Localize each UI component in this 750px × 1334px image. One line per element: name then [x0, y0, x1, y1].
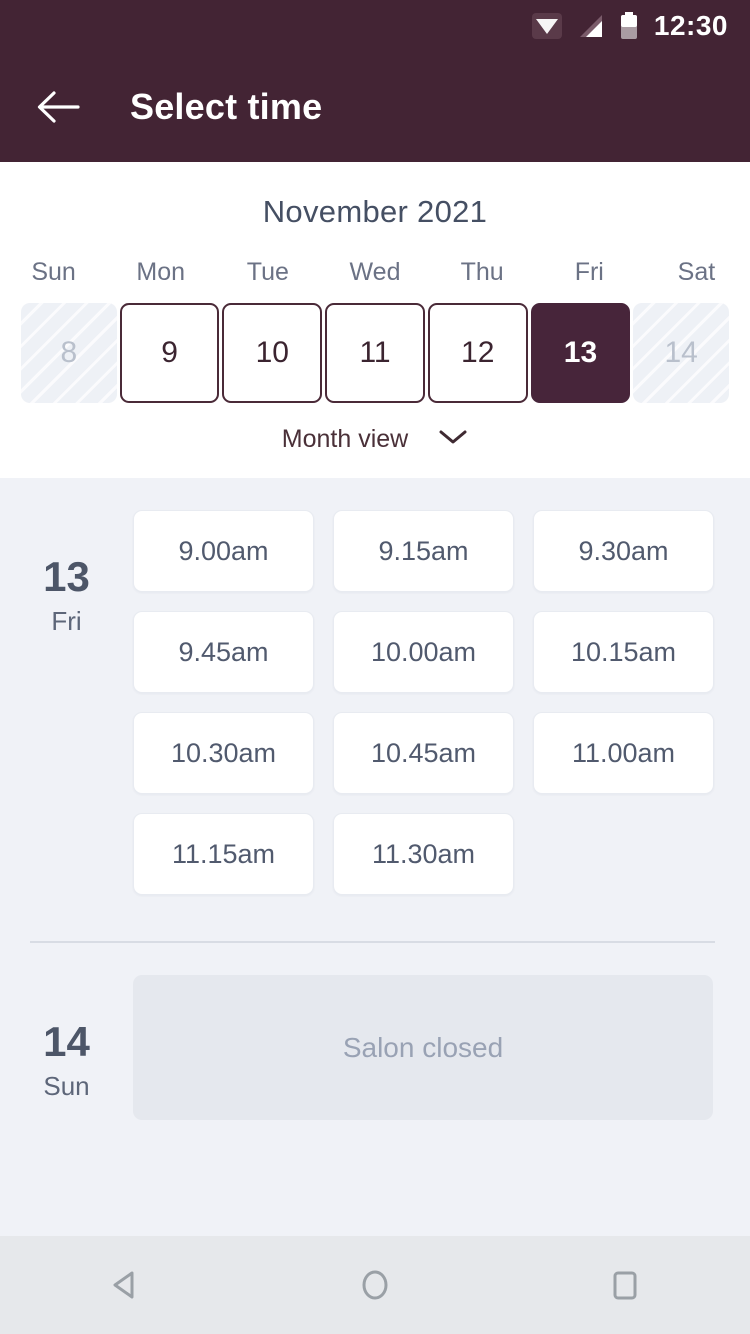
nav-back-icon [113, 1271, 134, 1299]
android-nav-bar [0, 1236, 750, 1334]
dow-mon: Mon [136, 258, 186, 286]
chevron-down-icon [438, 428, 468, 451]
calendar-day-12[interactable]: 12 [427, 303, 528, 403]
time-slot[interactable]: 11.15am [133, 813, 314, 895]
calendar-month-title: November 2021 [262, 194, 488, 229]
arrow-left-icon [37, 91, 80, 123]
app-bar: Select time [0, 52, 750, 162]
time-slot[interactable]: 10.00am [333, 611, 514, 693]
status-bar: 12:30 [0, 0, 750, 52]
dow-tue: Tue [246, 258, 289, 286]
schedule-day-13: 13 Fri 9.00am 9.15am 9.30am 9.45am 10.00… [0, 478, 750, 895]
schedule-day-name: Fri [51, 606, 82, 636]
nav-back-button[interactable] [70, 1250, 180, 1320]
schedule-list: 13 Fri 9.00am 9.15am 9.30am 9.45am 10.00… [0, 478, 750, 1236]
cellular-signal-icon [578, 13, 604, 39]
time-slot[interactable]: 11.30am [333, 813, 514, 895]
time-slot[interactable]: 9.15am [333, 510, 514, 592]
calendar-day-8: 8 [21, 303, 117, 403]
time-slot[interactable]: 10.30am [133, 712, 314, 794]
nav-recents-button[interactable] [570, 1250, 680, 1320]
battery-icon [620, 12, 638, 40]
schedule-day-label-13: 13 Fri [0, 510, 133, 895]
calendar-week-row: 8 9 10 11 12 13 14 [0, 303, 750, 403]
calendar-day-13[interactable]: 13 [530, 303, 631, 403]
calendar-panel: November 2021 Sun Mon Tue Wed Thu Fri Sa… [0, 162, 750, 478]
time-slot[interactable]: 9.45am [133, 611, 314, 693]
page-title: Select time [130, 86, 323, 127]
schedule-day-number: 14 [43, 1018, 90, 1065]
time-slot[interactable]: 10.45am [333, 712, 514, 794]
calendar-day-14: 14 [633, 303, 730, 403]
schedule-day-name: Sun [43, 1071, 90, 1101]
nav-home-button[interactable] [320, 1250, 430, 1320]
nav-recents-icon [613, 1271, 637, 1300]
nav-home-icon [362, 1270, 388, 1300]
month-view-label: Month view [281, 425, 409, 453]
dow-sun: Sun [31, 258, 76, 286]
calendar-day-10[interactable]: 10 [222, 303, 323, 403]
dow-fri: Fri [574, 258, 604, 286]
status-bar-clock: 12:30 [653, 10, 728, 41]
dow-wed: Wed [349, 258, 401, 286]
month-view-toggle[interactable]: Month view [0, 425, 750, 454]
schedule-day-number: 13 [43, 553, 90, 600]
calendar-day-9[interactable]: 9 [119, 303, 220, 403]
schedule-day-label-14: 14 Sun [0, 975, 133, 1120]
schedule-day-14: 14 Sun Salon closed [0, 943, 750, 1120]
dow-thu: Thu [460, 258, 504, 286]
phone-screen: 12:30 Select time November 2021 Sun Mon … [0, 0, 750, 1334]
calendar-day-11[interactable]: 11 [325, 303, 425, 403]
time-slot[interactable]: 10.15am [533, 611, 714, 693]
time-slot[interactable]: 11.00am [533, 712, 714, 794]
time-slot-grid: 9.00am 9.15am 9.30am 9.45am 10.00am 10.1… [133, 510, 750, 895]
time-slot[interactable]: 9.00am [133, 510, 314, 592]
back-button[interactable] [30, 79, 86, 135]
salon-closed-card: Salon closed [133, 975, 713, 1120]
day-of-week-header: Sun Mon Tue Wed Thu Fri Sat [0, 258, 750, 287]
wifi-icon [531, 13, 562, 39]
time-slot[interactable]: 9.30am [533, 510, 714, 592]
dow-sat: Sat [677, 258, 716, 286]
